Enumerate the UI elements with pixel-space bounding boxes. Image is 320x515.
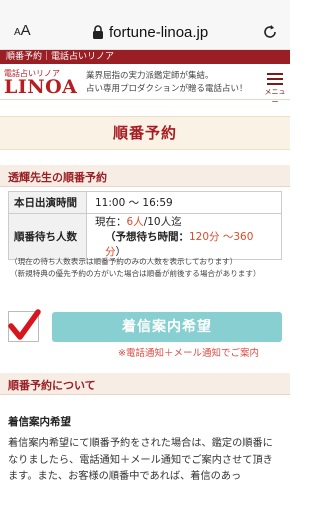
- queue-value: 現在：6人/10人迄 （予想待ち時間：120分 ～360分）: [86, 213, 282, 260]
- site-header: 順番予約｜電話占いリノア 電話占いリノア LINOA 業界屈指の実力派鑑定師が集…: [0, 50, 290, 106]
- checkmark-icon: [8, 309, 41, 340]
- browser-address-bar: AA fortune-linoa.jp: [0, 0, 290, 50]
- hamburger-icon: [262, 73, 288, 85]
- button-note: ※電話通知＋メール通知でご案内: [118, 348, 259, 359]
- call-notification-button[interactable]: 着信案内希望: [52, 312, 282, 342]
- about-heading: 順番予約について: [0, 373, 290, 395]
- site-logo[interactable]: 電話占いリノア LINOA: [4, 68, 78, 98]
- logo-wordmark: LINOA: [4, 76, 78, 98]
- url-field[interactable]: fortune-linoa.jp: [92, 22, 208, 42]
- text-size-button[interactable]: AA: [14, 22, 31, 39]
- queue-count: 6人: [126, 216, 144, 228]
- menu-label: メニュー: [264, 88, 286, 106]
- hours-value: 11:00 ～ 16:59: [86, 191, 282, 214]
- reload-icon[interactable]: [262, 24, 278, 40]
- page-title-bar: 順番予約: [0, 116, 290, 150]
- reservation-table: 本日出演時間 11:00 ～ 16:59 順番待ち人数 現在：6人/10人迄 （…: [8, 191, 282, 260]
- breadcrumb-bar: 順番予約｜電話占いリノア: [0, 50, 290, 64]
- table-row: 本日出演時間 11:00 ～ 16:59: [8, 191, 282, 214]
- breadcrumb: 順番予約｜電話占いリノア: [6, 52, 115, 62]
- table-row: 順番待ち人数 現在：6人/10人迄 （予想待ち時間：120分 ～360分）: [8, 213, 282, 260]
- queue-label: 順番待ち人数: [8, 213, 87, 260]
- reservation-notes: （現在の待ち人数表示は順番予約のみの人数を表示しております） （新規特典の優先予…: [10, 257, 261, 278]
- page-title: 順番予約: [112, 124, 177, 142]
- agree-checkbox[interactable]: [8, 309, 41, 342]
- lock-icon: [93, 25, 103, 39]
- about-paragraph: 着信案内希望にて順番予約をされた場合は、鑑定の順番になりましたら、電話通知＋メー…: [8, 438, 273, 482]
- menu-button[interactable]: メニュー: [262, 70, 288, 106]
- site-tagline: 業界屈指の実力派鑑定師が集結。 占い専用プロダクションが贈る電話占い！: [86, 71, 248, 94]
- url-text: fortune-linoa.jp: [109, 23, 209, 41]
- about-subheading: 着信案内希望: [8, 416, 71, 428]
- hours-label: 本日出演時間: [8, 191, 87, 214]
- reservation-heading: 透輝先生の順番予約: [0, 165, 290, 187]
